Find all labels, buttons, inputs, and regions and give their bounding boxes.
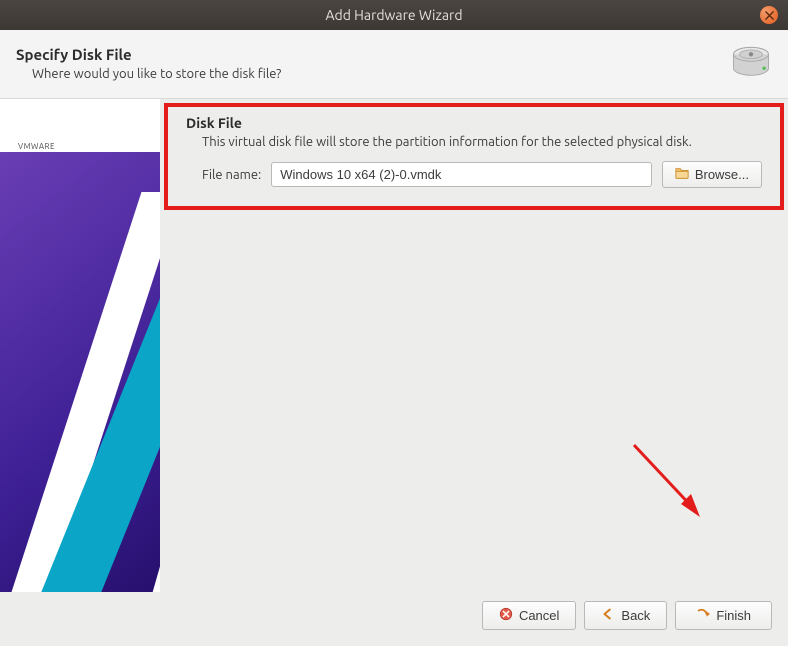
wizard-window: Add Hardware Wizard Specify Disk File Wh… (0, 0, 788, 646)
footer-buttons: Cancel Back Finish (0, 592, 788, 646)
finish-arrow-icon (696, 607, 710, 624)
content-panel: Disk File This virtual disk file will st… (160, 99, 788, 592)
back-button[interactable]: Back (584, 601, 667, 630)
filename-input[interactable] (271, 162, 652, 187)
titlebar: Add Hardware Wizard (0, 0, 788, 30)
sidebar-branding: VMWARE WORKSTATION PRO™ 16 (0, 99, 160, 592)
cancel-button-label: Cancel (519, 608, 559, 623)
close-icon (765, 7, 774, 23)
highlight-annotation: Disk File This virtual disk file will st… (164, 103, 784, 210)
window-title: Add Hardware Wizard (325, 7, 462, 23)
finish-button[interactable]: Finish (675, 601, 772, 630)
browse-button[interactable]: Browse... (662, 161, 762, 188)
header: Specify Disk File Where would you like t… (0, 30, 788, 99)
folder-icon (675, 166, 689, 183)
section-description: This virtual disk file will store the pa… (202, 135, 762, 149)
cancel-icon (499, 607, 513, 624)
page-title: Specify Disk File (16, 46, 730, 63)
arrow-annotation (626, 437, 712, 530)
browse-button-label: Browse... (695, 167, 749, 182)
disk-drive-icon (730, 42, 772, 84)
finish-button-label: Finish (716, 608, 751, 623)
back-button-label: Back (621, 608, 650, 623)
main: VMWARE WORKSTATION PRO™ 16 Disk File Thi… (0, 99, 788, 592)
filename-row: File name: Browse... (202, 161, 762, 188)
page-subtitle: Where would you like to store the disk f… (32, 67, 730, 81)
window-close-button[interactable] (760, 6, 778, 24)
section-title: Disk File (186, 115, 762, 131)
back-arrow-icon (601, 607, 615, 624)
filename-label: File name: (202, 168, 261, 182)
cancel-button[interactable]: Cancel (482, 601, 576, 630)
